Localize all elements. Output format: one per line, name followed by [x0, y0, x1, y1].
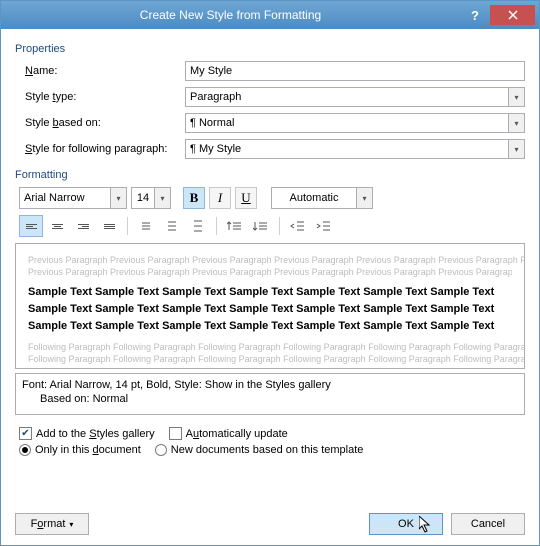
- preview-prev-ghost: Previous Paragraph Previous Paragraph Pr…: [28, 254, 512, 266]
- spacing-tight-icon: [139, 219, 153, 233]
- cancel-button[interactable]: Cancel: [451, 513, 525, 535]
- para-space-up-icon: [227, 219, 243, 233]
- window-title: Create New Style from Formatting: [1, 8, 460, 22]
- chevron-down-icon: ▾: [508, 114, 524, 132]
- line-spacing-15-button[interactable]: [160, 215, 184, 237]
- bold-button[interactable]: B: [183, 187, 205, 209]
- align-left-button[interactable]: [19, 215, 43, 237]
- ok-button[interactable]: OK: [369, 513, 443, 535]
- add-to-gallery-checkbox[interactable]: ✔Add to the Styles gallery: [19, 427, 155, 440]
- style-type-select[interactable]: ▾: [185, 87, 525, 107]
- spacing-med-icon: [165, 219, 179, 233]
- indent-increase-button[interactable]: [312, 215, 336, 237]
- font-toolbar: ▾ ▾ B I U ▾: [19, 187, 525, 209]
- underline-button[interactable]: U: [235, 187, 257, 209]
- help-button[interactable]: ?: [460, 5, 490, 25]
- close-icon: [508, 10, 518, 20]
- style-type-label: Style type:: [25, 91, 185, 103]
- line-spacing-2-button[interactable]: [186, 215, 210, 237]
- align-right-button[interactable]: [71, 215, 95, 237]
- chevron-down-icon: ▾: [111, 187, 127, 209]
- formatting-label: Formatting: [15, 169, 525, 181]
- paragraph-toolbar: [19, 215, 525, 237]
- preview-pane: Previous Paragraph Previous Paragraph Pr…: [15, 243, 525, 369]
- format-menu-button[interactable]: Format▾: [15, 513, 89, 535]
- style-description: Font: Arial Narrow, 14 pt, Bold, Style: …: [15, 373, 525, 415]
- font-family-combo[interactable]: ▾: [19, 187, 127, 209]
- line-spacing-1-button[interactable]: [134, 215, 158, 237]
- only-this-doc-radio[interactable]: Only in this document: [19, 444, 141, 456]
- following-label: Style for following paragraph:: [25, 143, 185, 155]
- italic-button[interactable]: I: [209, 187, 231, 209]
- spacing-loose-icon: [191, 219, 205, 233]
- chevron-down-icon: ▾: [357, 187, 373, 209]
- align-center-button[interactable]: [45, 215, 69, 237]
- chevron-down-icon: ▾: [69, 520, 73, 529]
- space-before-dec-button[interactable]: [249, 215, 273, 237]
- preview-next-ghost: Following Paragraph Following Paragraph …: [28, 341, 512, 353]
- chevron-down-icon: ▾: [508, 88, 524, 106]
- font-color-combo[interactable]: ▾: [271, 187, 373, 209]
- font-size-combo[interactable]: ▾: [131, 187, 171, 209]
- indent-left-icon: [290, 219, 306, 233]
- indent-right-icon: [316, 219, 332, 233]
- based-on-select[interactable]: ▾: [185, 113, 525, 133]
- auto-update-checkbox[interactable]: Automatically update: [169, 427, 288, 440]
- new-docs-radio[interactable]: New documents based on this template: [155, 444, 364, 456]
- preview-sample: Sample Text Sample Text Sample Text Samp…: [28, 284, 512, 335]
- align-justify-button[interactable]: [97, 215, 121, 237]
- chevron-down-icon: ▾: [155, 187, 171, 209]
- following-select[interactable]: ▾: [185, 139, 525, 159]
- chevron-down-icon: ▾: [508, 140, 524, 158]
- para-space-down-icon: [253, 219, 269, 233]
- titlebar: Create New Style from Formatting ?: [1, 1, 539, 29]
- indent-decrease-button[interactable]: [286, 215, 310, 237]
- based-on-label: Style based on:: [25, 117, 185, 129]
- close-button[interactable]: [490, 5, 535, 25]
- name-input[interactable]: [185, 61, 525, 81]
- name-label: Name:: [25, 65, 185, 77]
- properties-label: Properties: [15, 43, 525, 55]
- space-before-inc-button[interactable]: [223, 215, 247, 237]
- dialog-create-style: Create New Style from Formatting ? Prope…: [0, 0, 540, 546]
